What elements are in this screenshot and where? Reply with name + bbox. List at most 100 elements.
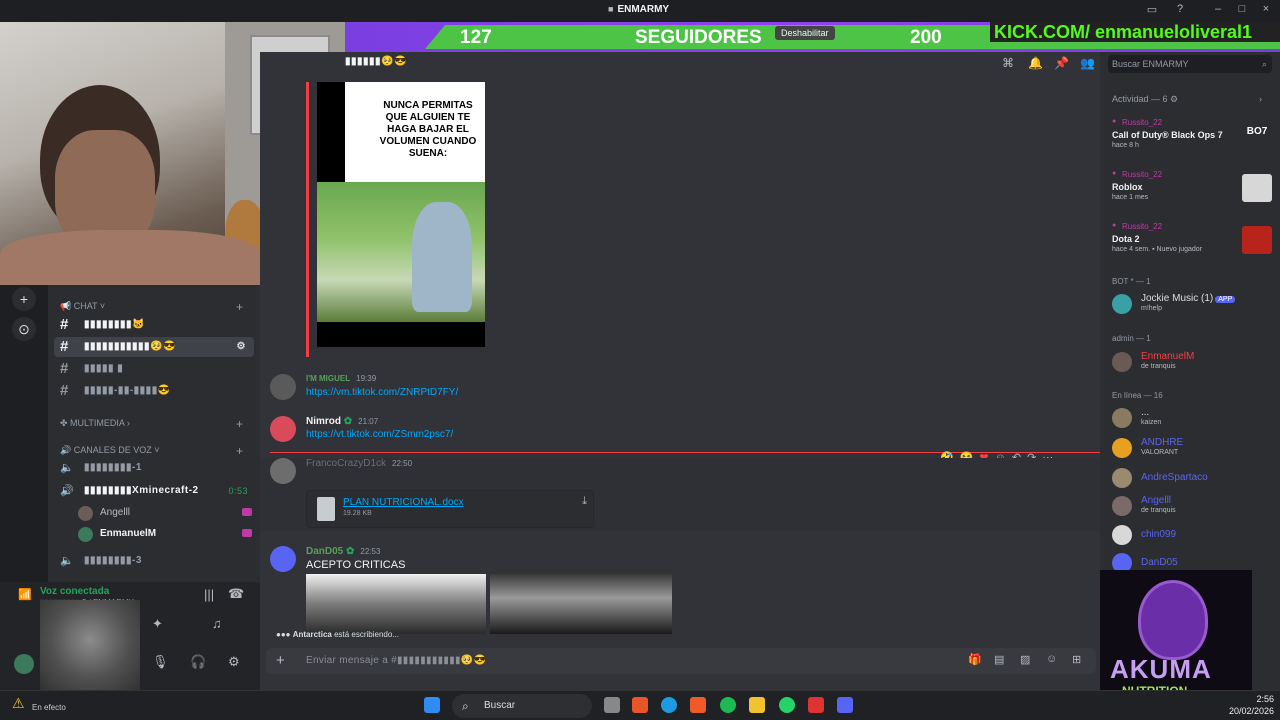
member-section-admin: admin — 1 [1112,334,1151,343]
voice-user[interactable]: Angelll [78,503,258,523]
file-name[interactable]: PLAN NUTRICIONAL.docx [343,497,464,508]
channel-text-4[interactable]: # ▮▮▮▮▮-▮▮-▮▮▮▮😎 [54,381,254,401]
download-icon[interactable]: ⤓ [582,495,587,508]
member-item[interactable]: ... kaizen [1112,406,1272,430]
timestamp: 19:39 [356,374,377,383]
avatar[interactable] [270,546,296,572]
avatar [1112,408,1132,428]
message-composer[interactable]: + Enviar mensaje a #▮▮▮▮▮▮▮▮▮▮▮🥺😎 🎁 ▤ ▨ … [266,648,1096,674]
add-channel-icon[interactable]: + [236,417,243,431]
message-author[interactable]: FrancoCrazyD1ck 22:50 [306,458,412,469]
category-voice[interactable]: 🔊 CANALES DE VOZ ˅ + [60,444,243,458]
gift-icon[interactable]: 🎁 [968,653,982,666]
file-attachment[interactable]: PLAN NUTRICIONAL.docx 19.28 KB ⤓ [306,490,594,528]
brave-icon[interactable] [690,697,706,713]
voice-channel-3[interactable]: 🔈 ▮▮▮▮▮▮▮▮-3 [54,551,254,571]
members-icon[interactable]: 👥 [1080,56,1095,70]
warning-icon[interactable]: ⚠ [12,695,25,712]
attach-icon[interactable]: + [276,652,285,669]
member-item[interactable]: ANDHRE VALORANT [1112,436,1272,460]
sticker-icon[interactable]: ▨ [1020,653,1030,666]
taskbar-search[interactable]: ⌕ Buscar [452,694,592,718]
voice-channel-2[interactable]: 🔊 ▮▮▮▮▮▮▮▮Xminecraft-2 0:53 [54,481,254,501]
message-link[interactable]: https://vm.tiktok.com/ZNRPtD7FY/ [306,387,458,398]
avatar[interactable] [270,458,296,484]
window-title: ENMARMY [608,4,669,15]
member-item[interactable]: AndreSpartaco [1112,466,1272,490]
noise-icon[interactable]: ||| [204,587,214,602]
timestamp: 21:07 [358,417,379,426]
disconnect-icon[interactable]: ☎ [228,586,244,602]
emoji-icon[interactable]: ☺ [1046,653,1057,665]
voice-user[interactable]: EnmanuelM [78,524,258,544]
activity-item[interactable]: Russito_22 Call of Duty® Black Ops 7 hac… [1112,118,1272,162]
pin-icon[interactable]: 📌 [1054,56,1069,70]
headphones-icon[interactable]: 🎧 [190,654,206,670]
weather-text: En efecto [32,703,66,712]
chevron-right-icon[interactable]: › [1259,94,1262,104]
app-icon[interactable] [632,697,648,713]
channel-text-1[interactable]: # ▮▮▮▮▮▮▮▮🐱 [54,315,254,335]
message-author[interactable]: Nimrod ✿ 21:07 [306,416,378,427]
badge-icon: ✿ [343,416,353,427]
message-author[interactable]: DanD05 ✿ 22:53 [306,546,380,557]
followers-goal: 200 [910,27,942,48]
apps-icon[interactable]: ⊞ [1072,653,1081,666]
channel-text-2[interactable]: # ▮▮▮▮▮▮▮▮▮▮▮🥺😎 ⚙ [54,337,254,357]
message-author[interactable]: I'M MIGUEL 19:39 [306,374,376,383]
edge-icon[interactable] [661,697,677,713]
attached-image[interactable] [306,574,486,634]
category-multimedia[interactable]: ✤ MULTIMEDIA › + [60,417,243,431]
avatar[interactable] [14,654,34,674]
close-icon[interactable]: × [1258,3,1274,19]
add-channel-icon[interactable]: + [236,444,243,458]
activity-item[interactable]: Russito_22 Roblox hace 1 mes [1112,170,1272,214]
member-item[interactable]: EnmanuelM de tranquis [1112,350,1272,374]
activity-header[interactable]: Actividad — 6 ⚙ › [1112,94,1262,105]
add-server-icon[interactable]: + [12,287,36,311]
avatar [1112,525,1132,545]
folder-icon[interactable] [749,697,765,713]
disable-button[interactable]: Deshabilitar [775,26,835,40]
member-item[interactable]: Angelll de tranquis [1112,494,1272,518]
soundboard-icon[interactable]: ♫ [212,616,222,631]
chat-header: ▮▮▮▮▮▮🥺😎 ⌘ 🔔 📌 👥 [260,52,1100,74]
discord-icon[interactable] [837,697,853,713]
signal-icon: 📶 [18,589,32,601]
settings-icon[interactable]: ⚙ [228,654,240,670]
message-link[interactable]: https://vt.tiktok.com/ZSmm2psc7/ [306,429,453,440]
maximize-icon[interactable]: □ [1234,3,1250,19]
avatar[interactable] [270,416,296,442]
threads-icon[interactable]: ⌘ [1002,56,1014,70]
member-item[interactable]: chin099 [1112,523,1272,547]
app-icon[interactable] [808,697,824,713]
message-text: ACEPTO CRITICAS [306,559,406,571]
attached-image[interactable] [490,574,672,634]
spotify-icon[interactable] [720,697,736,713]
message-images [306,574,672,634]
help-icon[interactable]: ? [1172,3,1188,19]
category-chat[interactable]: 📢 CHAT ˅ + [60,300,243,314]
mic-icon[interactable]: 🎙 [152,654,169,670]
activities-icon[interactable]: ✦ [152,616,163,632]
gif-icon[interactable]: ▤ [994,653,1004,666]
member-item[interactable]: Jockie Music (1) APP m!help [1112,292,1272,316]
taskview-icon[interactable] [604,697,620,713]
monitor-icon[interactable]: ▭ [1144,3,1160,19]
minimize-icon[interactable]: – [1210,3,1226,19]
voice-channel-1[interactable]: 🔈 ▮▮▮▮▮▮▮▮-1 [54,458,254,478]
avatar[interactable] [270,374,296,400]
clock[interactable]: 2:56 20/02/2026 [1222,693,1274,717]
meme-image[interactable]: NUNCA PERMITAS QUE ALGUIEN TE HAGA BAJAR… [317,82,485,347]
discover-icon[interactable]: ⊙ [12,317,36,341]
add-channel-icon[interactable]: + [236,300,243,314]
channel-text-3[interactable]: # ▮▮▮▮▮ ▮ [54,359,254,379]
bell-icon[interactable]: 🔔 [1028,56,1043,70]
category-label: MULTIMEDIA [70,418,125,428]
channel-settings-icon[interactable]: ⚙ [237,337,246,357]
hash-icon: # [60,360,69,377]
whatsapp-icon[interactable] [779,697,795,713]
activity-item[interactable]: Russito_22 Dota 2 hace 4 sem. ▪ Nuevo ju… [1112,222,1272,266]
search-input[interactable]: Buscar ENMARMY ⌕ [1108,55,1272,73]
start-icon[interactable] [424,697,440,713]
